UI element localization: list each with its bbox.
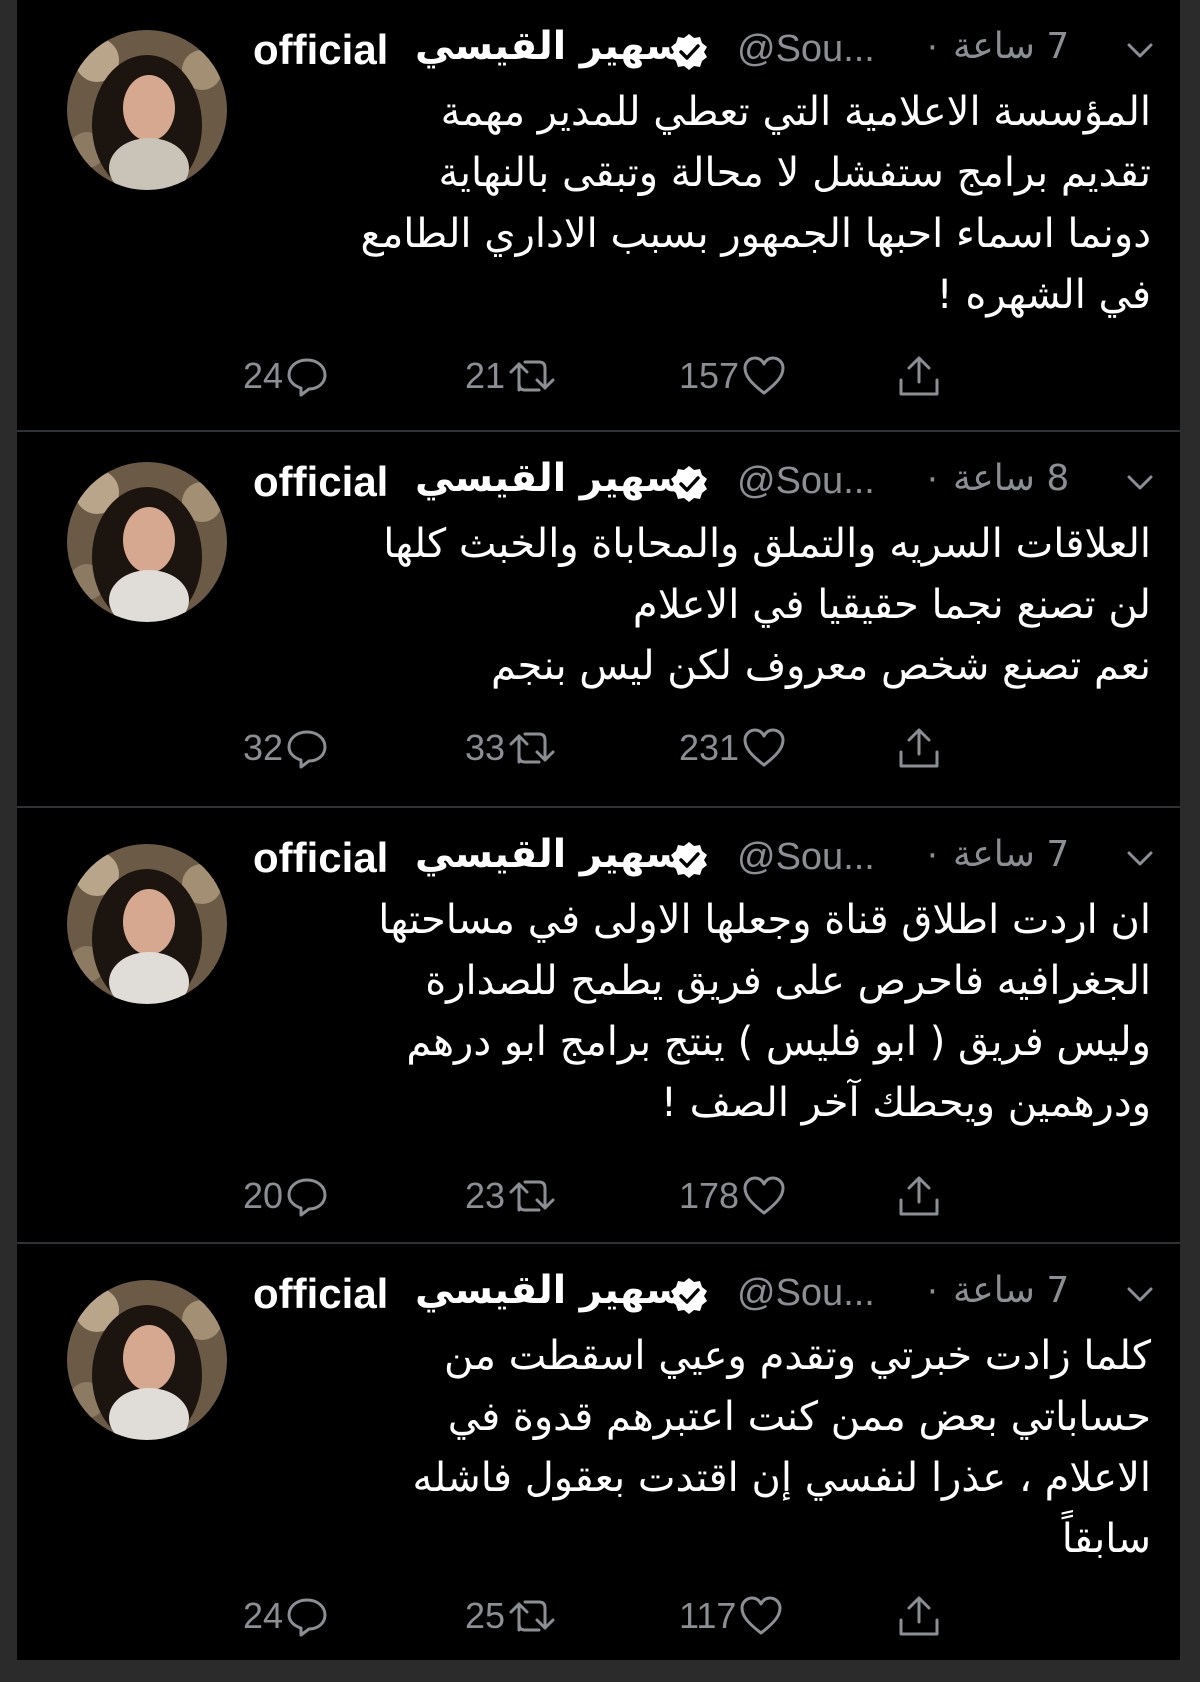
verified-badge-icon <box>671 842 707 878</box>
retweet-icon <box>509 732 555 764</box>
share-icon <box>899 1596 939 1636</box>
reply-icon <box>287 358 327 397</box>
reply-count: 32 <box>243 727 284 768</box>
reply-count: 24 <box>243 1595 284 1636</box>
reply-icon <box>287 1598 327 1637</box>
reply-button[interactable]: 20 <box>243 1166 329 1226</box>
like-count: 157 <box>679 355 740 396</box>
handle[interactable]: @Sou... <box>737 28 875 71</box>
share-icon <box>899 1176 939 1216</box>
retweet-button[interactable]: 21 <box>465 346 557 406</box>
tweet-header: official سهير القيسي @Sou... · 7 ساعة <box>253 22 1153 82</box>
verified-badge-icon <box>671 34 707 70</box>
display-name[interactable]: سهير القيسي <box>415 832 684 877</box>
handle[interactable]: @Sou... <box>737 1272 875 1315</box>
tweet[interactable]: official سهير القيسي @Sou... · 7 ساعة ال… <box>17 0 1180 432</box>
tweet[interactable]: official سهير القيسي @Sou... · 7 ساعة كل… <box>17 1244 1180 1660</box>
display-name[interactable]: سهير القيسي <box>415 24 684 69</box>
retweet-count: 33 <box>465 727 506 768</box>
avatar[interactable] <box>67 30 227 190</box>
share-button[interactable] <box>893 718 943 778</box>
share-icon <box>899 356 939 396</box>
timestamp[interactable]: 8 ساعة <box>953 458 1069 499</box>
tweet-actions: 20 23 178 <box>237 1166 1037 1226</box>
avatar[interactable] <box>67 1280 227 1440</box>
display-name[interactable]: سهير القيسي <box>415 1268 684 1313</box>
heart-icon <box>740 1596 782 1635</box>
like-count: 178 <box>679 1175 740 1216</box>
retweet-icon <box>509 1180 555 1212</box>
retweet-button[interactable]: 33 <box>465 718 557 778</box>
retweet-count: 23 <box>465 1175 506 1216</box>
tweet-text: كلما زادت خبرتي وتقدم وعيي اسقطت من حساب… <box>412 1333 1152 1562</box>
chevron-down-icon[interactable] <box>1123 1284 1157 1306</box>
retweet-count: 25 <box>465 1595 506 1636</box>
chevron-down-icon[interactable] <box>1123 472 1157 494</box>
reply-button[interactable]: 24 <box>243 1586 329 1646</box>
like-button[interactable]: 178 <box>679 1166 787 1226</box>
avatar[interactable] <box>67 462 227 622</box>
retweet-button[interactable]: 23 <box>465 1166 557 1226</box>
separator-dot: · <box>927 1272 938 1312</box>
display-name-suffix[interactable]: official <box>253 834 388 882</box>
timestamp[interactable]: 7 ساعة <box>953 26 1069 67</box>
reply-button[interactable]: 32 <box>243 718 329 778</box>
retweet-button[interactable]: 25 <box>465 1586 557 1646</box>
tweet-text: ان اردت اطلاق قناة وجعلها الاولى في مساح… <box>378 897 1151 1126</box>
tweet[interactable]: official سهير القيسي @Sou... · 8 ساعة ال… <box>17 432 1180 808</box>
heart-icon <box>743 728 785 767</box>
display-name[interactable]: سهير القيسي <box>415 456 684 501</box>
display-name-suffix[interactable]: official <box>253 1270 388 1318</box>
share-button[interactable] <box>893 1166 943 1226</box>
tweet-actions: 24 25 117 <box>237 1586 1037 1646</box>
reply-button[interactable]: 24 <box>243 346 329 406</box>
tweet[interactable]: official سهير القيسي @Sou... · 7 ساعة ان… <box>17 808 1180 1244</box>
reply-count: 24 <box>243 355 284 396</box>
retweet-count: 21 <box>465 355 506 396</box>
handle[interactable]: @Sou... <box>737 836 875 879</box>
share-button[interactable] <box>893 1586 943 1646</box>
reply-icon <box>287 730 327 769</box>
like-button[interactable]: 231 <box>679 718 787 778</box>
screenshot-frame: official سهير القيسي @Sou... · 7 ساعة ال… <box>0 0 1200 1682</box>
heart-icon <box>743 356 785 395</box>
timestamp[interactable]: 7 ساعة <box>953 834 1069 875</box>
chevron-down-icon[interactable] <box>1123 40 1157 62</box>
tweet-header: official سهير القيسي @Sou... · 7 ساعة <box>253 1266 1153 1326</box>
tweet-header: official سهير القيسي @Sou... · 7 ساعة <box>253 830 1153 890</box>
reply-count: 20 <box>243 1175 284 1216</box>
verified-badge-icon <box>671 1278 707 1314</box>
like-count: 231 <box>679 727 740 768</box>
separator-dot: · <box>927 28 938 68</box>
tweet-header: official سهير القيسي @Sou... · 8 ساعة <box>253 454 1153 514</box>
verified-badge-icon <box>671 466 707 502</box>
share-button[interactable] <box>893 346 943 406</box>
handle[interactable]: @Sou... <box>737 460 875 503</box>
display-name-suffix[interactable]: official <box>253 26 388 74</box>
tweet-feed: official سهير القيسي @Sou... · 7 ساعة ال… <box>17 0 1180 1660</box>
tweet-text: العلاقات السريه والتملق والمحاباة والخبث… <box>383 521 1151 689</box>
tweet-text: المؤسسة الاعلامية التي تعطي للمدير مهمة … <box>360 89 1151 318</box>
display-name-suffix[interactable]: official <box>253 458 388 506</box>
avatar[interactable] <box>67 844 227 1004</box>
like-count: 117 <box>679 1595 737 1636</box>
separator-dot: · <box>927 836 938 876</box>
reply-icon <box>287 1178 327 1217</box>
like-button[interactable]: 117 <box>679 1586 784 1646</box>
separator-dot: · <box>927 460 938 500</box>
chevron-down-icon[interactable] <box>1123 848 1157 870</box>
retweet-icon <box>509 1600 555 1632</box>
retweet-icon <box>509 360 555 392</box>
tweet-actions: 24 21 157 <box>237 346 1037 406</box>
like-button[interactable]: 157 <box>679 346 787 406</box>
tweet-actions: 32 33 231 <box>237 718 1037 778</box>
share-icon <box>899 728 939 768</box>
timestamp[interactable]: 7 ساعة <box>953 1270 1069 1311</box>
heart-icon <box>743 1176 785 1215</box>
